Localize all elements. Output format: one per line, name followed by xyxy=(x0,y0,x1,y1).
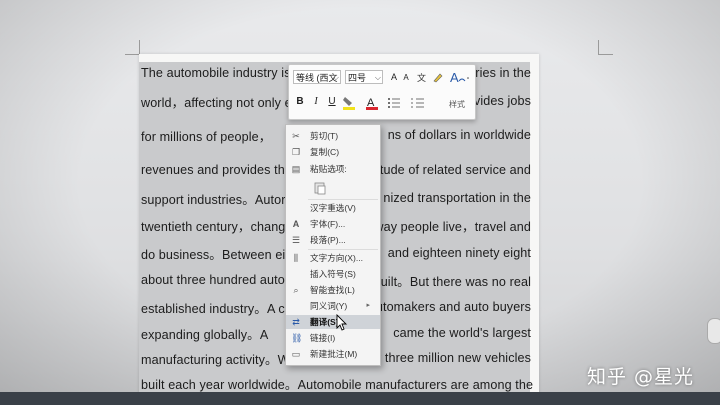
doc-line[interactable]: built each year worldwide。Automobile man… xyxy=(141,372,534,394)
chevron-right-icon: ▸ xyxy=(366,302,370,309)
doc-line-left: support industries。Autor xyxy=(141,192,286,207)
scroll-handle[interactable] xyxy=(707,318,720,344)
font-name-box[interactable]: 等线 (西文 ⌵ xyxy=(293,70,341,84)
chevron-down-icon[interactable]: ⌵ xyxy=(333,71,339,85)
menu-item-reconvert[interactable]: 汉字重选(V) xyxy=(286,201,380,215)
chevron-down-icon[interactable]: ⌵ xyxy=(375,71,381,85)
doc-line-right: way people live，travel and xyxy=(374,219,531,234)
phonetic-guide-icon[interactable]: 文 xyxy=(416,71,428,83)
doc-line-right: came the world's largest xyxy=(393,326,531,340)
font-size-value: 四号 xyxy=(348,73,367,83)
font-size-box[interactable]: 四号 ⌵ xyxy=(345,70,383,84)
page-crop-mark-left xyxy=(125,40,140,55)
copy-icon: ❐ xyxy=(291,147,301,157)
page-crop-mark-right xyxy=(598,40,613,55)
doc-line-left: do business。Between ei xyxy=(141,247,286,262)
menu-item-translate[interactable]: ⇄ 翻译(S) xyxy=(286,315,380,329)
doc-line-left: established industry。A cer xyxy=(141,301,297,316)
doc-line-right: y three million new vehicles xyxy=(374,351,531,365)
comment-icon: ▭ xyxy=(291,349,301,359)
menu-item-synonyms[interactable]: 同义词(Y) ▸ xyxy=(286,299,380,313)
watermark-text: 知乎 @星光 xyxy=(587,366,695,388)
menu-item-insert-symbol[interactable]: 插入符号(S) xyxy=(286,267,380,281)
bold-button[interactable]: B xyxy=(295,95,305,109)
doc-line-right: itude of related service and xyxy=(376,163,531,177)
menu-item-font[interactable]: A 字体(F)... xyxy=(286,217,380,231)
menu-item-paragraph[interactable]: ☰ 段落(P)... xyxy=(286,233,380,247)
styles-pane-icon[interactable]: A xyxy=(449,69,471,85)
doc-line-left: built each year worldwide。Automobile man… xyxy=(141,377,534,392)
menu-item-smart-lookup[interactable]: ⌕ 智能查找(L) xyxy=(286,283,380,297)
svg-text:A: A xyxy=(450,70,459,85)
doc-line-left: about three hundred auto xyxy=(141,273,285,287)
menu-separator xyxy=(308,199,378,200)
taskbar xyxy=(0,392,720,405)
menu-item-paste-options[interactable]: ▤ 粘贴选项: xyxy=(286,162,380,176)
menu-item-copy[interactable]: ❐ 复制(C) xyxy=(286,145,380,159)
doc-line-left: twentieth century，chang xyxy=(141,219,286,234)
menu-separator xyxy=(308,249,378,250)
doc-line-left: world，affecting not only e xyxy=(141,95,292,110)
paste-keep-text-icon[interactable] xyxy=(313,181,327,195)
cut-icon: ✂ xyxy=(292,131,300,141)
doc-line-right: tries in the xyxy=(471,66,531,80)
font-name-value: 等线 (西文 xyxy=(296,73,338,83)
highlight-color-icon[interactable] xyxy=(341,95,359,111)
doc-line-left: for millions of people， xyxy=(141,129,272,144)
doc-line-right: vides jobs xyxy=(473,94,531,108)
doc-line-right: and eighteen ninety eight xyxy=(387,246,531,260)
styles-label[interactable]: 样式 xyxy=(449,99,465,110)
mini-format-toolbar: 等线 (西文 ⌵ 四号 ⌵ A A 文 A B I U A 样式 xyxy=(288,64,476,120)
font-icon: A xyxy=(292,219,300,229)
bullets-list-icon[interactable] xyxy=(387,96,403,110)
doc-line-right: uilt。But there was no real xyxy=(380,274,531,289)
doc-line-right: ns of dollars in worldwide xyxy=(387,128,531,142)
font-color-icon[interactable]: A xyxy=(365,95,381,111)
menu-item-text-direction[interactable]: ⫼ 文字方向(X)... xyxy=(286,251,380,265)
doc-line-left: manufacturing activity。W xyxy=(141,352,290,367)
doc-line-left: revenues and provides the xyxy=(141,163,292,177)
paste-icon: ▤ xyxy=(291,164,301,174)
doc-line-left: expanding globally。A xyxy=(141,327,269,342)
doc-line-left: The automobile industry is xyxy=(141,66,291,80)
numbered-list-icon[interactable] xyxy=(411,96,427,110)
italic-button[interactable]: I xyxy=(311,95,321,109)
link-icon: ⛓ xyxy=(291,333,303,343)
menu-item-cut[interactable]: ✂ 剪切(T) xyxy=(286,129,380,143)
grow-font-icon[interactable]: A xyxy=(389,70,399,84)
context-menu: ✂ 剪切(T) ❐ 复制(C) ▤ 粘贴选项: 汉字重选(V) A 字体(F)... ☰… xyxy=(285,124,381,366)
doc-line-right: utomakers and auto buyers xyxy=(375,300,531,314)
doc-line-right: nized transportation in the xyxy=(383,191,531,205)
menu-item-new-comment[interactable]: ▭ 新建批注(M) xyxy=(286,347,380,361)
search-icon: ⌕ xyxy=(293,285,299,295)
svg-text:文: 文 xyxy=(417,72,426,83)
menu-item-link[interactable]: ⛓ 链接(I) xyxy=(286,331,380,345)
translate-icon: ⇄ xyxy=(292,317,300,327)
clear-format-icon[interactable] xyxy=(432,71,444,83)
paragraph-icon: ☰ xyxy=(291,235,301,245)
text-direction-icon: ⫼ xyxy=(293,253,299,263)
mouse-pointer-icon xyxy=(336,314,348,331)
underline-button[interactable]: U xyxy=(327,95,337,109)
shrink-font-icon[interactable]: A xyxy=(401,71,411,85)
